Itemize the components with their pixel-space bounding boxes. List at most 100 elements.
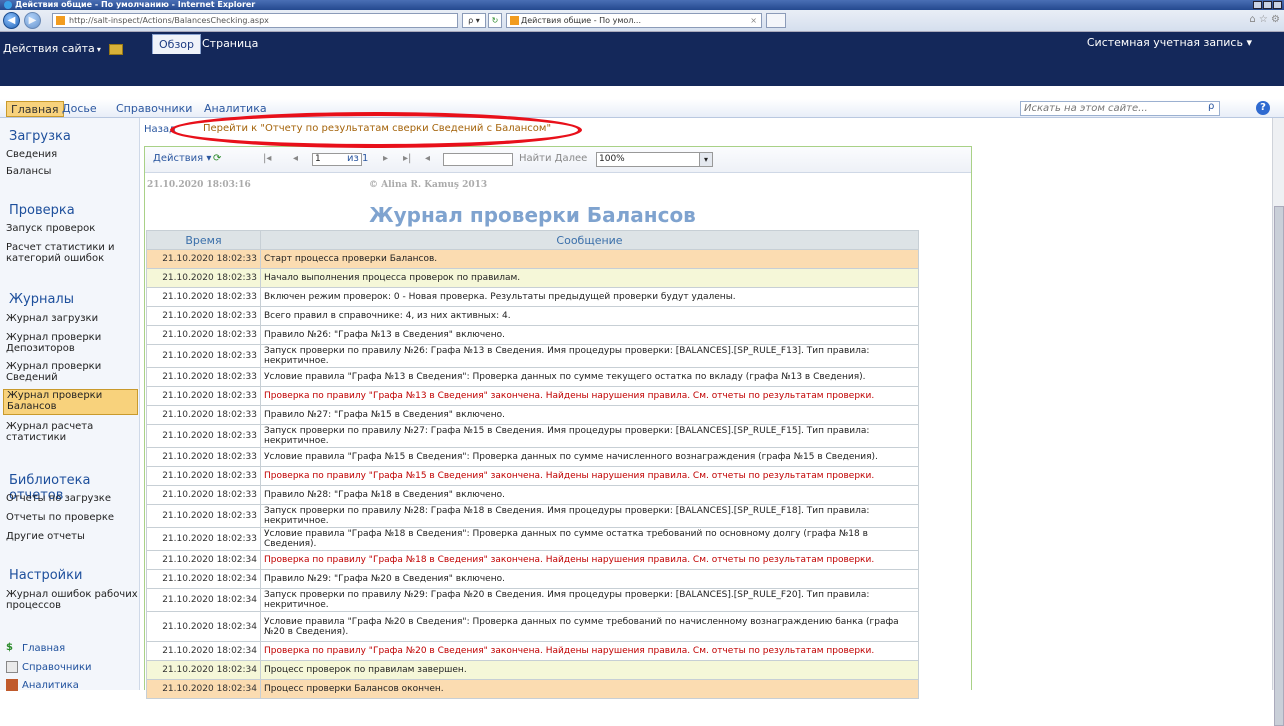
tab-browse[interactable]: Обзор	[152, 34, 202, 54]
minimize-button[interactable]	[1253, 1, 1262, 9]
new-tab-button[interactable]	[766, 13, 786, 28]
cell-message: Процесс проверок по правилам завершен.	[260, 660, 919, 680]
cell-message: Проверка по правилу "Графа №20 в Сведени…	[260, 641, 919, 661]
scrollbar-thumb[interactable]	[1274, 206, 1284, 726]
back-to-parent-icon[interactable]: ◂	[425, 153, 430, 164]
cell-time: 21.10.2020 18:02:33	[146, 268, 261, 288]
url-input[interactable]: http://salt-inspect/Actions/BalancesChec…	[52, 13, 458, 28]
topnav-references[interactable]: Справочники	[112, 101, 196, 117]
refresh-report-icon[interactable]: ⟳	[213, 153, 221, 164]
cell-time: 21.10.2020 18:02:34	[146, 550, 261, 570]
chevron-down-icon: ▾	[96, 45, 101, 54]
cell-time: 21.10.2020 18:02:34	[146, 588, 261, 612]
close-window-button[interactable]	[1273, 1, 1282, 9]
nav-item-balances-log[interactable]: Журнал проверки Балансов	[3, 389, 138, 415]
cell-time: 21.10.2020 18:02:33	[146, 405, 261, 425]
find-text-input[interactable]	[443, 153, 513, 166]
nav-item-other-reports[interactable]: Другие отчеты	[6, 531, 138, 542]
table-row: 21.10.2020 18:02:33 Старт процесса провер…	[146, 249, 919, 269]
cell-time: 21.10.2020 18:02:34	[146, 611, 261, 642]
back-arrow-icon[interactable]: ◀	[3, 12, 20, 29]
cell-message: Проверка по правилу "Графа №18 в Сведени…	[260, 550, 919, 570]
nav-item-upload-reports[interactable]: Отчеты по загрузке	[6, 493, 138, 504]
site-search-input[interactable]: Искать на этом сайте...	[1020, 101, 1220, 116]
refresh-icon[interactable]: ↻	[488, 13, 502, 28]
cell-message: Запуск проверки по правилу №27: Графа №1…	[260, 424, 919, 448]
nav-item-run-checks[interactable]: Запуск проверок	[6, 223, 138, 234]
report-toolbar: Действия ▾ ⟳ |◂ ◂ 1 из 1 ▸ ▸| ◂ Найти Да…	[145, 147, 971, 173]
bottom-link-analytics[interactable]: Аналитика	[6, 679, 79, 691]
zoom-select[interactable]: 100% ▾	[596, 152, 713, 167]
cell-time: 21.10.2020 18:02:33	[146, 424, 261, 448]
top-navigation: Главная Досье Справочники Аналитика Иска…	[0, 99, 1284, 118]
maximize-button[interactable]	[1263, 1, 1272, 9]
table-row: 21.10.2020 18:02:33 Проверка по правилу "…	[146, 386, 919, 406]
nav-item-upload-log[interactable]: Журнал загрузки	[6, 313, 138, 324]
next-page-icon[interactable]: ▸	[383, 153, 388, 164]
chevron-down-icon: ▾	[1246, 36, 1252, 49]
actions-menu[interactable]: Действия ▾	[153, 153, 211, 164]
table-row: 21.10.2020 18:02:34 Запуск проверки по пр…	[146, 588, 919, 612]
nav-item-svedeniya[interactable]: Сведения	[6, 149, 138, 160]
table-row: 21.10.2020 18:02:33 Правило №28: "Графа №…	[146, 485, 919, 505]
topnav-home[interactable]: Главная	[6, 101, 64, 117]
site-actions-menu[interactable]: Действия сайта ▾	[3, 42, 123, 55]
table-row: 21.10.2020 18:02:33 Запуск проверки по пр…	[146, 344, 919, 368]
cell-message: Правило №29: "Графа №20 в Сведения" вклю…	[260, 569, 919, 589]
folder-icon[interactable]	[108, 43, 123, 55]
topnav-dossier[interactable]: Досье	[58, 101, 101, 117]
tab-page[interactable]: Страница	[196, 34, 264, 54]
bottom-link-references[interactable]: Справочники	[6, 661, 92, 673]
cell-message: Проверка по правилу "Графа №15 в Сведени…	[260, 466, 919, 486]
nav-item-balances[interactable]: Балансы	[6, 166, 138, 177]
tab-favicon-icon	[510, 16, 519, 25]
window-title: Действия общие - По умолчанию - Internet…	[15, 0, 256, 9]
chevron-down-icon: ▾	[206, 153, 212, 164]
cell-message: Условие правила "Графа №15 в Сведения": …	[260, 447, 919, 467]
help-icon[interactable]: ?	[1256, 101, 1270, 115]
page-scrollbar[interactable]	[1272, 118, 1284, 726]
search-icon[interactable]: ρ	[1208, 101, 1214, 112]
browser-tab[interactable]: Действия общие - По умол... ×	[506, 13, 762, 28]
nav-heading-journals: Журналы	[9, 292, 74, 307]
prev-page-icon[interactable]: ◂	[293, 153, 298, 164]
nav-heading-upload: Загрузка	[9, 129, 71, 144]
nav-item-stats-log[interactable]: Журнал расчета статистики	[6, 421, 138, 443]
column-header-time: Время	[146, 230, 261, 250]
table-row: 21.10.2020 18:02:34 Проверка по правилу "…	[146, 550, 919, 570]
table-row: 21.10.2020 18:02:33 Проверка по правилу "…	[146, 466, 919, 486]
url-search-dropdown[interactable]: ρ ▾	[462, 13, 486, 28]
cell-time: 21.10.2020 18:02:33	[146, 386, 261, 406]
report-copyright: © Alina R. Kamuş 2013	[369, 180, 488, 190]
account-menu[interactable]: Системная учетная запись ▾	[1087, 36, 1252, 49]
report-title: Журнал проверки Балансов	[369, 203, 696, 227]
nav-item-depositors-log[interactable]: Журнал проверки Депозиторов	[6, 332, 138, 354]
table-row: 21.10.2020 18:02:33 Начало выполнения про…	[146, 268, 919, 288]
table-row: 21.10.2020 18:02:33 Условие правила "Граф…	[146, 447, 919, 467]
left-navigation: Загрузка Сведения Балансы Проверка Запус…	[0, 118, 140, 691]
cell-message: Всего правил в справочнике: 4, из них ак…	[260, 306, 919, 326]
dollar-icon: $	[6, 642, 13, 653]
close-tab-icon[interactable]: ×	[750, 14, 757, 27]
cell-message: Запуск проверки по правилу №29: Графа №2…	[260, 588, 919, 612]
cell-message: Запуск проверки по правилу №26: Графа №1…	[260, 344, 919, 368]
bottom-link-home[interactable]: $ Главная	[6, 642, 65, 654]
find-next-button[interactable]: Найти Далее	[519, 153, 587, 164]
nav-item-statistics[interactable]: Расчет статистики и категорий ошибок	[6, 242, 138, 264]
home-star-gear-icons[interactable]: ⌂ ☆ ⚙	[1249, 14, 1280, 25]
last-page-icon[interactable]: ▸|	[403, 153, 411, 164]
nav-item-check-reports[interactable]: Отчеты по проверке	[6, 512, 138, 523]
first-page-icon[interactable]: |◂	[263, 153, 271, 164]
table-row: 21.10.2020 18:02:33 Условие правила "Граф…	[146, 527, 919, 551]
table-row: 21.10.2020 18:02:34 Процесс проверок по п…	[146, 660, 919, 680]
forward-arrow-icon[interactable]: ▶	[24, 12, 41, 29]
cell-time: 21.10.2020 18:02:34	[146, 641, 261, 661]
table-row: 21.10.2020 18:02:33 Правило №26: "Графа №…	[146, 325, 919, 345]
address-bar-area: ◀ ▶ http://salt-inspect/Actions/Balances…	[0, 10, 1284, 32]
cell-time: 21.10.2020 18:02:33	[146, 485, 261, 505]
nav-item-svedeniya-log[interactable]: Журнал проверки Сведений	[6, 361, 138, 383]
book-icon	[6, 661, 18, 673]
chevron-down-icon: ▾	[699, 153, 712, 166]
table-row: 21.10.2020 18:02:33 Включен режим проверо…	[146, 287, 919, 307]
nav-item-workflow-errors[interactable]: Журнал ошибок рабочих процессов	[6, 589, 138, 611]
